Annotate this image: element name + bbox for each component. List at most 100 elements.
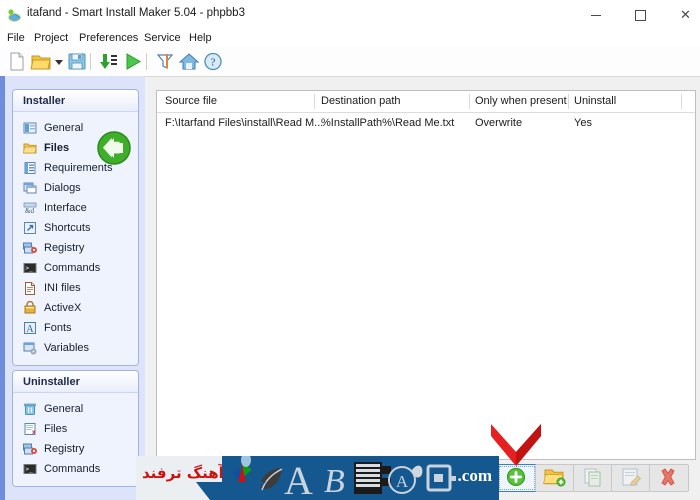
save-project-button[interactable] bbox=[66, 51, 88, 72]
installer-panel-title: Installer bbox=[13, 90, 138, 112]
toolbar-separator-2 bbox=[146, 53, 147, 70]
file-list[interactable]: Source file Destination path Only when p… bbox=[156, 90, 696, 460]
requirements-icon bbox=[23, 161, 37, 175]
files-icon bbox=[22, 141, 37, 155]
svg-text:>_: >_ bbox=[26, 265, 34, 272]
menu-bar: File Project Preferences Service Help bbox=[0, 30, 700, 47]
column-header-uninstall[interactable]: Uninstall bbox=[574, 95, 616, 107]
sidebar-item-label: Dialogs bbox=[44, 182, 81, 194]
sidebar-item-uninstall-registry[interactable]: Registry bbox=[13, 439, 138, 459]
sidebar-item-activex[interactable]: ActiveX bbox=[13, 298, 138, 318]
sidebar-item-label: ActiveX bbox=[44, 302, 82, 314]
red-down-arrow-annotation bbox=[487, 420, 545, 468]
svg-text:A: A bbox=[26, 324, 34, 335]
edit-button[interactable] bbox=[611, 464, 651, 492]
uninstall-files-icon: x bbox=[23, 422, 37, 436]
menu-service[interactable]: Service bbox=[140, 32, 185, 44]
column-divider-1[interactable] bbox=[314, 94, 315, 109]
shortcuts-icon bbox=[23, 221, 37, 235]
menu-file[interactable]: File bbox=[3, 32, 29, 44]
toolbar-separator-1 bbox=[90, 53, 91, 70]
sidebar-item-label: Files bbox=[44, 142, 70, 154]
open-dropdown-caret[interactable] bbox=[52, 51, 64, 72]
column-divider-2[interactable] bbox=[469, 94, 470, 109]
cell-only-when-present: Overwrite bbox=[475, 117, 523, 129]
add-file-button[interactable] bbox=[497, 464, 537, 492]
cell-source-file: F:\Itarfand Files\install\Read M... bbox=[165, 117, 324, 129]
commands-icon: >_ bbox=[23, 261, 37, 275]
sidebar-item-label: General bbox=[44, 122, 84, 134]
svg-text:>_: >_ bbox=[26, 466, 34, 473]
column-header-only-when-present[interactable]: Only when present bbox=[475, 95, 567, 107]
compile-button[interactable] bbox=[98, 51, 120, 72]
cell-uninstall: Yes bbox=[574, 117, 592, 129]
uninstall-commands-icon: >_ bbox=[23, 462, 37, 476]
sidebar-item-label: Registry bbox=[44, 242, 85, 254]
svg-text:&d: &d bbox=[25, 207, 34, 215]
copy-button[interactable] bbox=[573, 464, 613, 492]
variables-icon bbox=[23, 341, 37, 355]
add-folder-button[interactable] bbox=[535, 464, 575, 492]
sidebar-item-uninstall-general[interactable]: General bbox=[13, 399, 138, 419]
sidebar-item-registry[interactable]: Registry bbox=[13, 238, 138, 258]
registry-icon bbox=[23, 241, 37, 255]
sidebar-item-label: Variables bbox=[44, 342, 90, 354]
application-window: itafand - Smart Install Maker 5.04 - php… bbox=[0, 0, 700, 500]
open-project-button[interactable] bbox=[30, 51, 52, 72]
home-button[interactable] bbox=[178, 51, 200, 72]
cell-destination-path: %InstallPath%\Read Me.txt bbox=[321, 117, 455, 129]
activex-icon bbox=[23, 300, 37, 315]
ini-files-icon bbox=[23, 281, 37, 295]
sidebar-item-label: Commands bbox=[44, 262, 101, 274]
new-project-button[interactable] bbox=[5, 51, 27, 72]
svg-text:A: A bbox=[284, 458, 313, 500]
watermark-banner: A B A .com bbox=[222, 456, 499, 500]
sidebar-item-label: General bbox=[44, 403, 84, 415]
run-button[interactable] bbox=[122, 51, 144, 72]
table-row[interactable]: F:\Itarfand Files\install\Read M... %Ins… bbox=[157, 113, 695, 133]
help-button[interactable]: ? bbox=[202, 51, 224, 72]
sidebar-item-variables[interactable]: Variables bbox=[13, 338, 138, 358]
sidebar-item-fonts[interactable]: A Fonts bbox=[13, 318, 138, 338]
sidebar-item-dialogs[interactable]: Dialogs bbox=[13, 178, 138, 198]
svg-text:A: A bbox=[396, 472, 409, 491]
green-left-arrow-annotation bbox=[97, 131, 131, 165]
sidebar-item-commands[interactable]: >_ Commands bbox=[13, 258, 138, 278]
sidebar-item-shortcuts[interactable]: Shortcuts bbox=[13, 218, 138, 238]
sidebar-item-label: Files bbox=[44, 423, 68, 435]
uninstaller-nav-list: General x Files Registry >_ Commands bbox=[13, 393, 138, 486]
watermark-persian-text: آهنگ ترفند bbox=[142, 464, 224, 482]
app-icon bbox=[7, 8, 22, 23]
column-divider-3[interactable] bbox=[568, 94, 569, 109]
filter-button[interactable] bbox=[154, 51, 176, 72]
uninstall-registry-icon bbox=[23, 442, 37, 456]
main-toolbar: ? bbox=[0, 47, 700, 77]
delete-button[interactable] bbox=[649, 464, 689, 492]
minimize-button[interactable] bbox=[573, 0, 618, 30]
general-icon bbox=[23, 121, 37, 135]
sidebar-item-uninstall-files[interactable]: x Files bbox=[13, 419, 138, 439]
maximize-button[interactable] bbox=[618, 0, 663, 30]
dialogs-icon bbox=[23, 181, 37, 195]
uninstaller-panel-title: Uninstaller bbox=[13, 371, 138, 393]
column-header-source-file[interactable]: Source file bbox=[165, 95, 217, 107]
sidebar-item-ini-files[interactable]: INI files bbox=[13, 278, 138, 298]
menu-preferences[interactable]: Preferences bbox=[75, 32, 142, 44]
file-list-header: Source file Destination path Only when p… bbox=[157, 91, 695, 113]
sidebar-item-uninstall-commands[interactable]: >_ Commands bbox=[13, 459, 138, 479]
sidebar-item-interface[interactable]: &d Interface bbox=[13, 198, 138, 218]
column-header-destination-path[interactable]: Destination path bbox=[321, 95, 401, 107]
uninstall-general-icon bbox=[23, 402, 37, 416]
column-divider-4[interactable] bbox=[681, 94, 682, 109]
sidebar-item-label: Interface bbox=[44, 202, 87, 214]
title-bar: itafand - Smart Install Maker 5.04 - php… bbox=[0, 0, 700, 30]
sidebar-item-label: INI files bbox=[44, 282, 81, 294]
menu-project[interactable]: Project bbox=[30, 32, 72, 44]
sidebar-item-label: Registry bbox=[44, 443, 85, 455]
sidebar-item-label: Commands bbox=[44, 463, 101, 475]
sidebar-item-label: Shortcuts bbox=[44, 222, 91, 234]
svg-text:?: ? bbox=[211, 57, 216, 69]
svg-text:B: B bbox=[324, 463, 345, 500]
menu-help[interactable]: Help bbox=[185, 32, 216, 44]
close-button[interactable]: ✕ bbox=[663, 0, 700, 30]
